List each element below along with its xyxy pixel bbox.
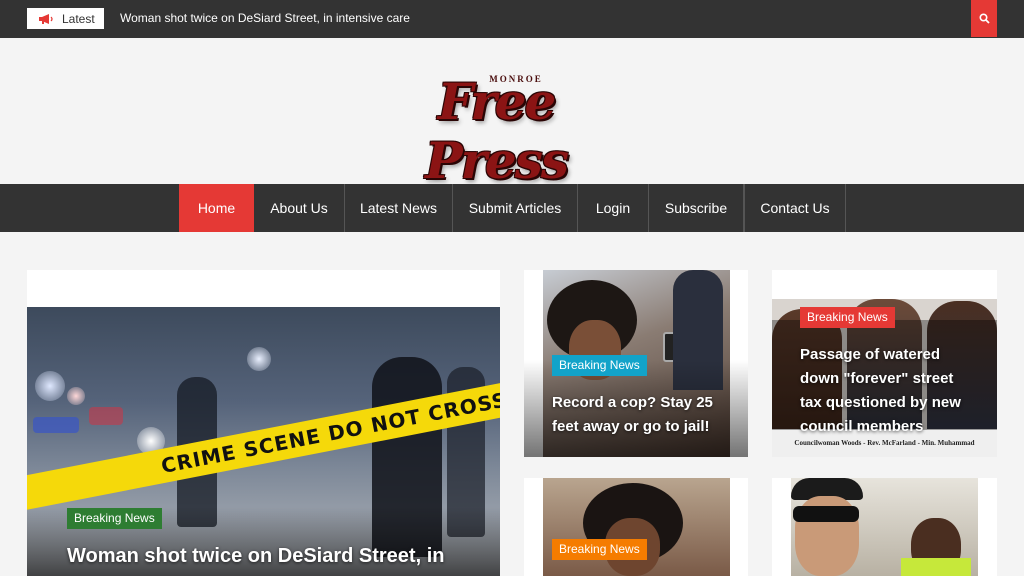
latest-label: Latest: [62, 11, 95, 26]
safety-vest: [901, 558, 971, 576]
site-logo[interactable]: Free Press MONROE: [376, 70, 616, 190]
site-header: Free Press MONROE: [0, 38, 1024, 190]
article-image[interactable]: [791, 478, 978, 576]
main-nav: Home About Us Latest News Submit Article…: [0, 184, 1024, 232]
featured-headline[interactable]: Woman shot twice on DeSiard Street, in: [67, 545, 487, 568]
search-button[interactable]: [971, 0, 997, 37]
category-tag[interactable]: Breaking News: [800, 307, 895, 328]
latest-badge[interactable]: Latest: [27, 8, 104, 29]
nav-item-subscribe[interactable]: Subscribe: [649, 184, 744, 232]
bokeh-light: [35, 371, 65, 401]
article-card[interactable]: Councilwoman Woods - Rev. McFarland - Mi…: [772, 270, 997, 457]
category-tag[interactable]: Breaking News: [552, 539, 647, 560]
category-tag[interactable]: Breaking News: [552, 355, 647, 376]
nav-item-contact-us[interactable]: Contact Us: [744, 184, 846, 232]
news-ticker-link[interactable]: Woman shot twice on DeSiard Street, in i…: [120, 11, 410, 25]
search-icon: [978, 13, 990, 24]
article-headline[interactable]: Passage of watered down "forever" street…: [800, 343, 975, 439]
bokeh-light: [67, 387, 85, 405]
megaphone-icon: [39, 13, 53, 24]
nav-item-about-us[interactable]: About Us: [254, 184, 345, 232]
article-headline[interactable]: Record a cop? Stay 25 feet away or go to…: [552, 391, 732, 439]
nav-item-latest-news[interactable]: Latest News: [345, 184, 453, 232]
police-light: [89, 407, 123, 425]
nav-item-submit-articles[interactable]: Submit Articles: [453, 184, 578, 232]
sunglasses: [793, 506, 859, 522]
featured-article-image[interactable]: CRIME SCENE DO NOT CROSS: [27, 307, 500, 576]
nav-item-home[interactable]: Home: [179, 184, 254, 232]
featured-article-card[interactable]: CRIME SCENE DO NOT CROSS Breaking News W…: [27, 270, 500, 576]
nav-item-login[interactable]: Login: [578, 184, 649, 232]
top-bar: Latest Woman shot twice on DeSiard Stree…: [0, 0, 1024, 38]
logo-small-text: MONROE: [489, 74, 543, 84]
article-image[interactable]: [543, 478, 730, 576]
article-card[interactable]: Breaking News Record a cop? Stay 25 feet…: [524, 270, 748, 457]
photo-caption: Councilwoman Woods - Rev. McFarland - Mi…: [794, 439, 975, 447]
police-light: [33, 417, 79, 433]
logo-main-text: Free Press: [424, 72, 569, 190]
bokeh-light: [247, 347, 271, 371]
article-card[interactable]: Breaking News: [524, 478, 748, 576]
article-card[interactable]: [772, 478, 997, 576]
category-tag[interactable]: Breaking News: [67, 508, 162, 529]
